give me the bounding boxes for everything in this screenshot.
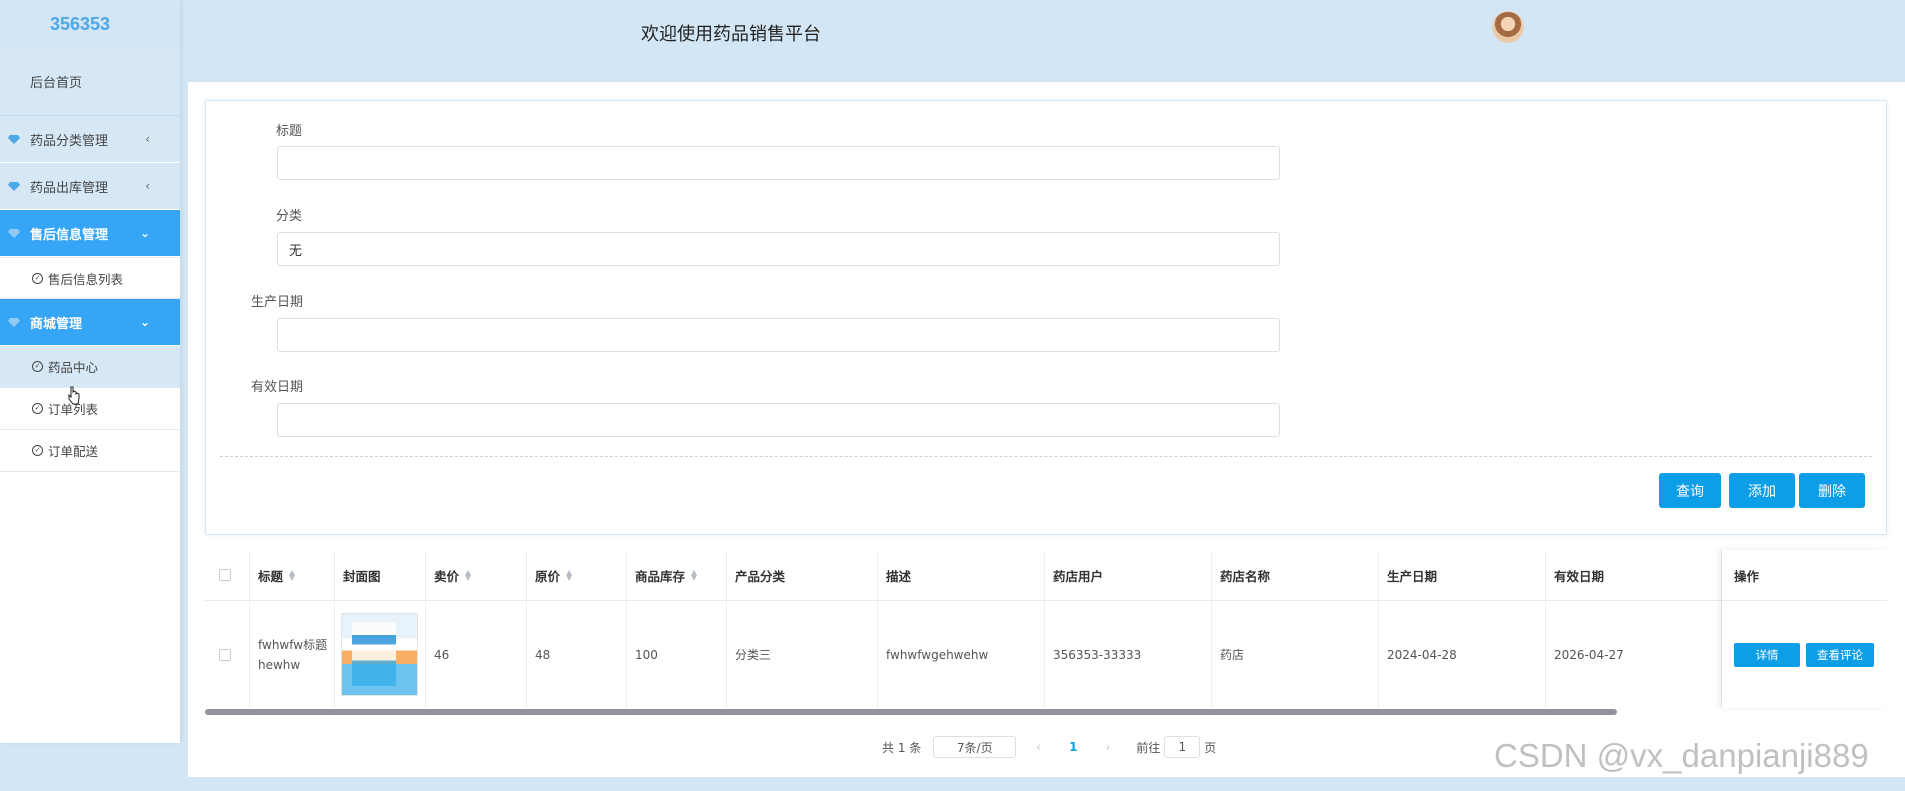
column-header-price[interactable]: 卖价 ▲ ▼: [426, 550, 527, 600]
pagination: 共 1 条 7条/页 ‹ 1 › 前往 1 页: [882, 736, 1216, 758]
sidebar-item-drug-center[interactable]: ✓ 药品中心: [0, 346, 180, 388]
goto-page-input[interactable]: 1: [1164, 736, 1201, 758]
table-header: 标题 ▲ ▼ 封面图 卖价 ▲ ▼ 原价 ▲ ▼ 商品库存 ▲ ▼ 产品分类 描述 药店用户 药…: [205, 550, 1887, 601]
title-label: 标题: [276, 124, 303, 139]
production-date-label: 生产日期: [251, 295, 304, 310]
title-input[interactable]: [277, 146, 1280, 180]
detail-button[interactable]: 详情: [1734, 642, 1800, 667]
column-header-title[interactable]: 标题 ▲ ▼: [250, 550, 335, 600]
sort-icon[interactable]: ▲ ▼: [566, 569, 574, 582]
watermark: CSDN @vx_danpianji889: [1494, 737, 1869, 774]
sidebar-item-order-list[interactable]: ✓ 订单列表: [0, 388, 180, 430]
diamond-icon: [8, 134, 20, 144]
actions-cell: 详情 查看评论: [1722, 601, 1887, 708]
sort-icon[interactable]: ▲ ▼: [691, 569, 699, 582]
column-header-category: 产品分类: [727, 550, 878, 600]
logo: 356353: [0, 0, 180, 48]
expiry-date-label: 有效日期: [251, 380, 304, 395]
sidebar-item-order-delivery[interactable]: ✓ 订单配送: [0, 430, 180, 472]
chevron-down-icon: ⌄: [139, 226, 150, 240]
sidebar-item-aftersale-list[interactable]: ✓ 售后信息列表: [0, 257, 180, 299]
prev-page-icon[interactable]: ‹: [1036, 740, 1041, 754]
sidebar-group-drug-outbound[interactable]: 药品出库管理 ‹: [0, 163, 180, 210]
page-size-select[interactable]: 7条/页: [933, 736, 1017, 758]
select-all-checkbox[interactable]: [219, 569, 231, 581]
category-label: 分类: [276, 209, 303, 224]
current-page[interactable]: 1: [1069, 740, 1077, 754]
column-header-store-name: 药店名称: [1212, 550, 1379, 600]
column-header-expiry-date: 有效日期: [1546, 550, 1722, 600]
sort-icon[interactable]: ▲ ▼: [289, 569, 297, 582]
sidebar-item-label: 订单配送: [48, 444, 99, 459]
query-button[interactable]: 查询: [1659, 473, 1721, 508]
sidebar-group-aftersale[interactable]: 售后信息管理 ⌄: [0, 210, 180, 257]
check-circle-icon: ✓: [32, 445, 43, 456]
column-header-cover: 封面图: [335, 550, 426, 600]
sidebar-group-label: 商城管理: [30, 316, 83, 332]
hand-cursor-icon: [68, 386, 80, 405]
cover-image[interactable]: [341, 613, 418, 696]
cell-store-user: 356353-33333: [1045, 601, 1212, 708]
column-header-stock[interactable]: 商品库存 ▲ ▼: [627, 550, 727, 600]
view-comments-button[interactable]: 查看评论: [1806, 642, 1874, 667]
cell-original-price: 48: [527, 601, 627, 708]
sidebar-item-label: 售后信息列表: [48, 271, 124, 287]
check-circle-icon: ✓: [32, 361, 43, 372]
sidebar: 356353 后台首页 药品分类管理 ‹ 药品出库管理 ‹ 售后信息管理 ⌄ ✓…: [0, 0, 180, 743]
chevron-down-icon: ⌄: [139, 315, 150, 329]
column-header-actions: 操作: [1722, 550, 1887, 601]
check-circle-icon: ✓: [32, 272, 43, 284]
column-header-store-user: 药店用户: [1045, 550, 1212, 600]
sidebar-group-label: 药品分类管理: [30, 133, 109, 149]
cell-store-name: 药店: [1212, 601, 1379, 708]
page-title: 欢迎使用药品销售平台: [641, 24, 821, 45]
sidebar-item-home[interactable]: 后台首页: [0, 48, 180, 116]
diamond-icon: [8, 181, 20, 191]
pagination-total: 共 1 条: [882, 740, 922, 755]
row-select-cell: [205, 601, 250, 708]
cell-cover: [335, 601, 426, 708]
row-checkbox[interactable]: [219, 648, 231, 661]
column-header-original-price[interactable]: 原价 ▲ ▼: [527, 550, 627, 600]
column-header-production-date: 生产日期: [1379, 550, 1546, 600]
cell-price: 46: [426, 601, 527, 708]
diamond-icon: [8, 317, 20, 327]
logo-text: 356353: [49, 13, 111, 34]
chevron-left-icon: ‹: [145, 179, 150, 193]
data-table: 标题 ▲ ▼ 封面图 卖价 ▲ ▼ 原价 ▲ ▼ 商品库存 ▲ ▼ 产品分类 描述 药店用户 药…: [205, 550, 1887, 717]
cell-category: 分类三: [727, 601, 878, 708]
cell-expiry-date: 2026-04-27: [1546, 601, 1722, 708]
cell-stock: 100: [627, 601, 727, 708]
check-circle-icon: ✓: [32, 403, 43, 414]
production-date-input[interactable]: [277, 318, 1280, 352]
goto-label: 前往: [1136, 740, 1161, 755]
divider: [220, 456, 1872, 457]
sidebar-group-mall[interactable]: 商城管理 ⌄: [0, 299, 180, 346]
sidebar-group-label: 药品出库管理: [30, 180, 109, 196]
sidebar-item-label: 药品中心: [48, 360, 99, 375]
diamond-icon: [8, 228, 20, 238]
expiry-date-input[interactable]: [277, 403, 1280, 437]
cell-title: fwhwfw标题hewhw: [250, 601, 335, 708]
horizontal-scrollbar[interactable]: [205, 709, 1617, 715]
sort-icon[interactable]: ▲ ▼: [465, 569, 473, 582]
chevron-left-icon: ‹: [145, 132, 150, 146]
goto-suffix: 页: [1204, 740, 1217, 755]
cell-description: fwhwfwgehwehw: [878, 601, 1045, 708]
sidebar-group-drug-category[interactable]: 药品分类管理 ‹: [0, 116, 180, 163]
next-page-icon[interactable]: ›: [1105, 740, 1110, 754]
column-header-description: 描述: [878, 550, 1045, 600]
actions-column: 操作 详情 查看评论: [1722, 550, 1887, 708]
cell-production-date: 2024-04-28: [1379, 601, 1546, 708]
sidebar-group-label: 售后信息管理: [30, 227, 109, 243]
table-row: fwhwfw标题hewhw 46 48 100 分类三 fwhwfwgehweh…: [205, 601, 1887, 708]
delete-button[interactable]: 删除: [1799, 473, 1865, 508]
avatar[interactable]: [1492, 11, 1524, 43]
add-button[interactable]: 添加: [1729, 473, 1795, 508]
select-all-cell: [205, 550, 250, 600]
category-select[interactable]: 无: [277, 232, 1280, 266]
